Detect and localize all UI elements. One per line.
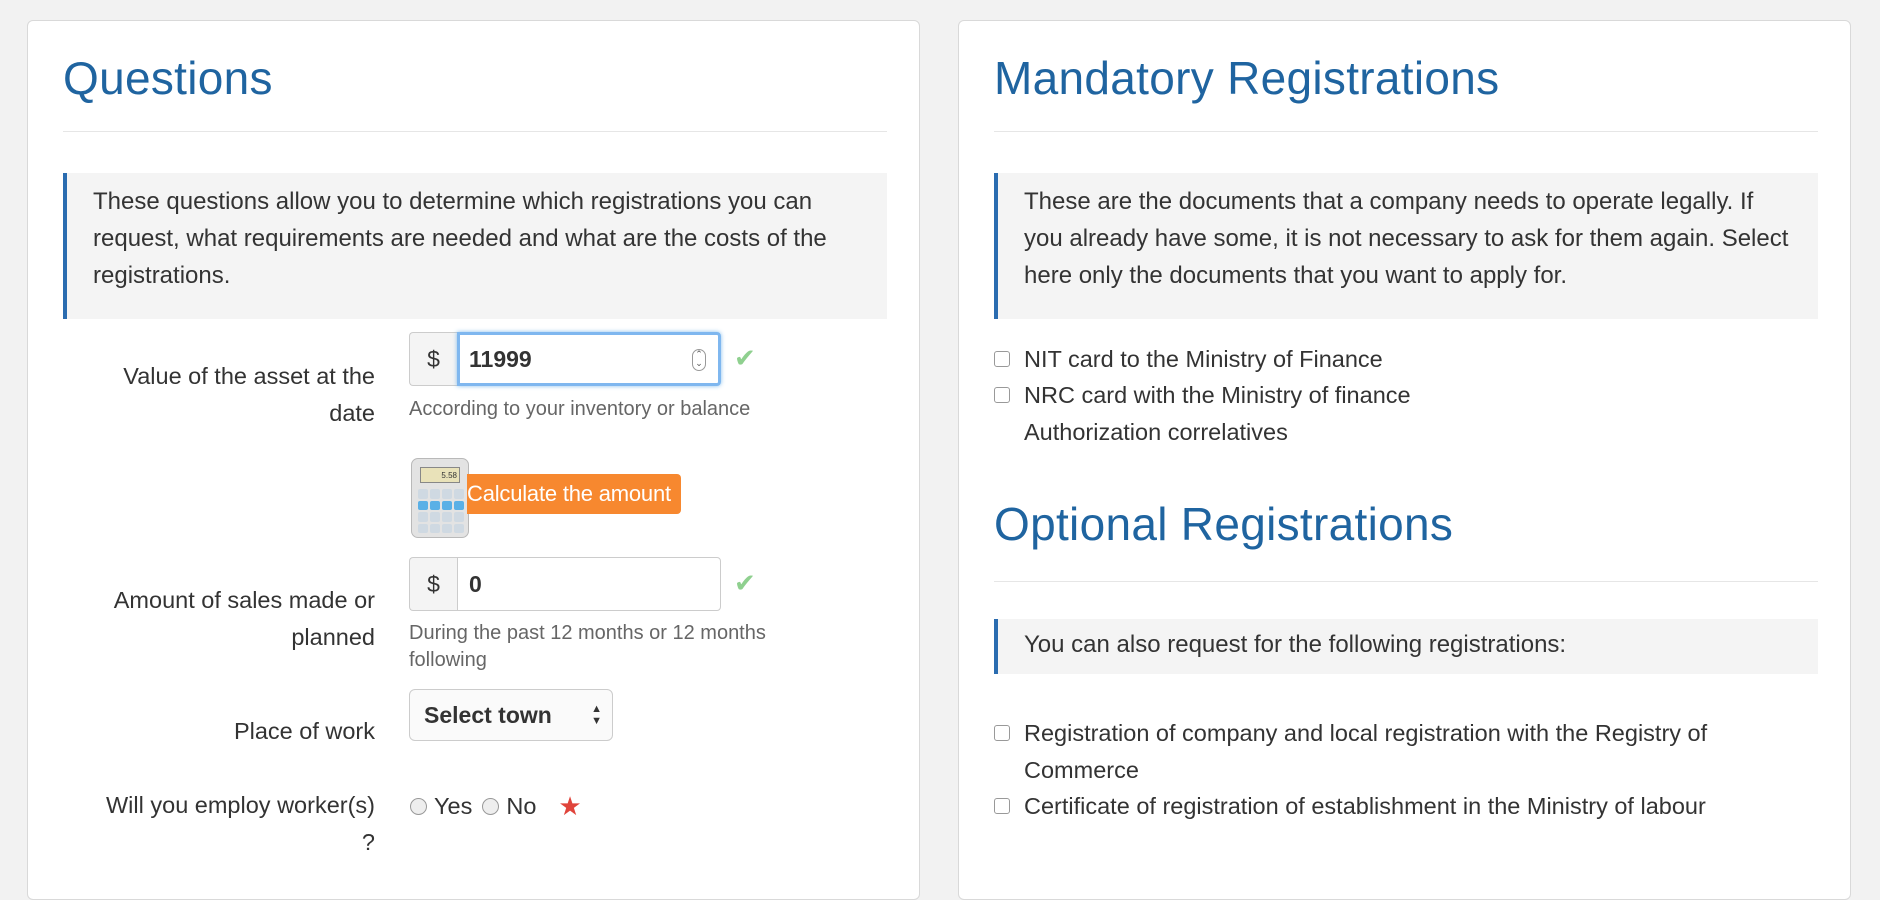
sales-amount-label: Amount of sales made or planned — [113, 587, 375, 650]
questions-panel: Questions These questions allow you to d… — [27, 20, 920, 900]
questions-intro: These questions allow you to determine w… — [63, 173, 887, 319]
select-arrows-icon: ▲ ▼ — [591, 703, 602, 727]
checkbox[interactable] — [994, 387, 1010, 403]
currency-addon: $ — [409, 332, 457, 386]
calculator-screen: 5.58 — [420, 467, 460, 483]
mandatory-item-nrc[interactable]: NRC card with the Ministry of finance — [994, 377, 1818, 414]
divider — [994, 131, 1818, 132]
optional-intro-text: You can also request for the following r… — [1024, 631, 1567, 658]
mandatory-intro-text: These are the documents that a company n… — [1024, 188, 1789, 289]
mandatory-item-nit[interactable]: NIT card to the Ministry of Finance — [994, 341, 1818, 378]
optional-item-commerce[interactable]: Registration of company and local regist… — [994, 715, 1774, 789]
calculator-icon: 5.58 — [411, 458, 469, 538]
optional-item-label: Certificate of registration of establish… — [1024, 793, 1706, 819]
checkbox[interactable] — [994, 798, 1010, 814]
divider — [994, 581, 1818, 582]
asset-value-label: Value of the asset at the date — [123, 363, 375, 426]
mandatory-intro: These are the documents that a company n… — [994, 173, 1818, 319]
optional-title: Optional Registrations — [994, 498, 1454, 550]
no-radio[interactable] — [482, 798, 500, 815]
asset-value-help: According to your inventory or balance — [409, 398, 751, 420]
checkbox[interactable] — [994, 351, 1010, 367]
checkbox[interactable] — [994, 725, 1010, 741]
required-star-icon: ★ — [558, 791, 582, 821]
currency-addon: $ — [409, 557, 457, 611]
divider — [63, 131, 887, 132]
calculate-amount-label: Calculate the amount — [467, 474, 681, 514]
mandatory-item-label: NRC card with the Ministry of finance — [1024, 382, 1411, 408]
employ-workers-label: Will you employ worker(s) ? — [106, 792, 375, 855]
asset-value-text: 11999 — [469, 345, 532, 372]
asset-value-input[interactable]: 11999 ⌃ ⌄ — [457, 332, 721, 386]
asset-value-group: $ 11999 ⌃ ⌄ — [409, 332, 721, 386]
registrations-panel: Mandatory Registrations These are the do… — [958, 20, 1851, 900]
number-spinner[interactable]: ⌃ ⌄ — [692, 349, 706, 371]
sales-amount-text: 0 — [469, 570, 482, 597]
questions-title: Questions — [63, 52, 273, 104]
valid-check-icon: ✔ — [734, 343, 756, 373]
mandatory-item-label: NIT card to the Ministry of Finance — [1024, 346, 1383, 372]
yes-radio[interactable] — [410, 798, 427, 815]
employ-workers-options: Yes No ★ — [410, 791, 582, 822]
town-select-value: Select town — [424, 702, 552, 728]
questions-intro-text: These questions allow you to determine w… — [93, 188, 827, 289]
calculate-amount-button[interactable]: 5.58 Calculate the amount — [411, 458, 711, 540]
optional-item-label: Registration of company and local regist… — [1024, 720, 1708, 783]
place-of-work-label: Place of work — [233, 718, 375, 744]
mandatory-title: Mandatory Registrations — [994, 52, 1500, 104]
sales-amount-help: During the past 12 months or 12 months f… — [409, 622, 766, 671]
optional-item-labour[interactable]: Certificate of registration of establish… — [994, 788, 1818, 825]
sales-amount-group: $ 0 — [409, 557, 721, 611]
sales-amount-input[interactable]: 0 — [457, 557, 721, 611]
optional-intro: You can also request for the following r… — [994, 619, 1818, 674]
town-select[interactable]: Select town ▲ ▼ — [409, 689, 613, 741]
valid-check-icon: ✔ — [734, 568, 756, 598]
yes-label: Yes — [434, 793, 473, 819]
mandatory-sub-item: Authorization correlatives — [1024, 419, 1288, 445]
no-label: No — [506, 793, 537, 819]
